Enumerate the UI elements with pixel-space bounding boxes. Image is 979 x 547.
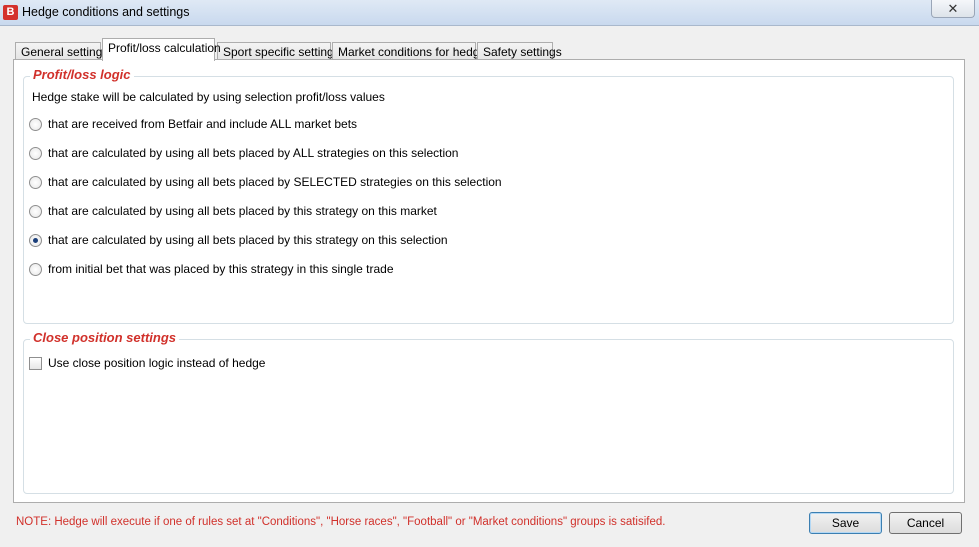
option-initial-bet-single-trade[interactable]: from initial bet that was placed by this…: [29, 261, 394, 277]
option-this-strategy-selection[interactable]: that are calculated by using all bets pl…: [29, 232, 448, 248]
option-label: that are calculated by using all bets pl…: [48, 204, 437, 218]
tab-panel: Profit/loss logic Hedge stake will be ca…: [13, 59, 965, 503]
radio-button[interactable]: [29, 117, 42, 131]
close-button[interactable]: ✕: [931, 0, 975, 18]
option-selected-strategies-selection[interactable]: that are calculated by using all bets pl…: [29, 174, 502, 190]
cancel-button[interactable]: Cancel: [889, 512, 962, 534]
option-label: from initial bet that was placed by this…: [48, 262, 394, 276]
radio-button[interactable]: [29, 175, 42, 189]
close-position-checkbox-label: Use close position logic instead of hedg…: [48, 356, 266, 370]
tab-profit-loss-calculation[interactable]: Profit/loss calculation: [102, 38, 221, 61]
save-button[interactable]: Save: [809, 512, 882, 534]
hedge-note: NOTE: Hedge will execute if one of rules…: [16, 516, 666, 528]
close-position-group-title: Close position settings: [30, 330, 180, 345]
profit-loss-description: Hedge stake will be calculated by using …: [32, 90, 385, 104]
option-label: that are calculated by using all bets pl…: [48, 146, 459, 160]
option-this-strategy-market[interactable]: that are calculated by using all bets pl…: [29, 203, 437, 219]
radio-button[interactable]: [29, 262, 42, 276]
option-label: that are calculated by using all bets pl…: [48, 175, 502, 189]
profit-loss-group-title: Profit/loss logic: [30, 67, 134, 82]
close-position-checkbox[interactable]: [29, 356, 42, 370]
radio-button[interactable]: [29, 204, 42, 218]
app-logo-icon: B: [3, 5, 18, 20]
window-title: Hedge conditions and settings: [22, 5, 190, 19]
profit-loss-group: Profit/loss logic: [23, 67, 954, 324]
radio-button-selected[interactable]: [29, 233, 42, 247]
option-label: that are received from Betfair and inclu…: [48, 117, 358, 131]
option-label: that are calculated by using all bets pl…: [48, 233, 448, 247]
title-bar: B Hedge conditions and settings ✕: [0, 0, 979, 26]
option-betfair-all-market-bets[interactable]: that are received from Betfair and inclu…: [29, 116, 357, 132]
radio-button[interactable]: [29, 146, 42, 160]
close-position-option[interactable]: Use close position logic instead of hedg…: [29, 355, 265, 371]
option-all-strategies-selection[interactable]: that are calculated by using all bets pl…: [29, 145, 458, 161]
